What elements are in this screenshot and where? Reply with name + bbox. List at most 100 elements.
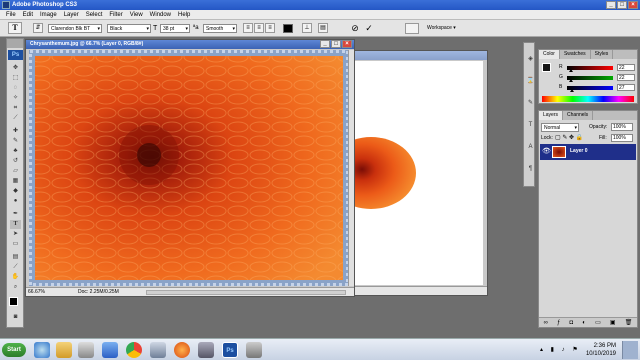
adjustment-layer-icon[interactable]: ◐: [582, 320, 586, 326]
zoom-tool-icon[interactable]: ⌕: [10, 283, 21, 292]
toolbox-grip[interactable]: [7, 39, 23, 48]
eyedropper-tool-icon[interactable]: ⟋: [10, 263, 21, 272]
channel-slider-knob[interactable]: [568, 69, 573, 72]
clock[interactable]: 2:36 PM 10/10/2019: [586, 342, 616, 358]
channel-slider[interactable]: [567, 76, 613, 80]
app-taskbar-icon[interactable]: [102, 342, 118, 358]
photoshop-taskbar-icon[interactable]: Ps: [222, 342, 238, 358]
menu-filter[interactable]: Filter: [109, 12, 122, 18]
doc-info[interactable]: Doc: 2.25M/0.25M: [78, 288, 119, 297]
window2-taskbar-icon[interactable]: [246, 342, 262, 358]
crop-tool-icon[interactable]: ⌗: [10, 104, 21, 113]
cancel-edit-icon[interactable]: ⊘: [350, 23, 360, 33]
tool-presets-dock-icon[interactable]: T: [525, 121, 536, 130]
doc-minimize-button[interactable]: _: [320, 40, 330, 48]
delete-layer-icon[interactable]: 🗑: [625, 319, 633, 326]
type-tool-icon[interactable]: T: [10, 220, 21, 229]
fg-color-chip[interactable]: [542, 63, 551, 72]
workspace-menu[interactable]: Workspace ▾: [427, 25, 456, 31]
tab-swatches[interactable]: Swatches: [560, 50, 591, 59]
game-taskbar-icon[interactable]: [198, 342, 214, 358]
minimize-button[interactable]: _: [606, 1, 616, 9]
tab-styles[interactable]: Styles: [591, 50, 614, 59]
layer-style-icon[interactable]: ƒ: [557, 320, 560, 326]
history-brush-tool-icon[interactable]: ↺: [10, 157, 21, 166]
move-tool-icon[interactable]: ✥: [10, 64, 21, 73]
clone-stamp-tool-icon[interactable]: ♣: [10, 147, 21, 156]
notes-tool-icon[interactable]: ▤: [10, 253, 21, 262]
channel-value-input[interactable]: 27: [617, 84, 635, 91]
new-group-icon[interactable]: ▭: [595, 319, 601, 326]
doc-maximize-button[interactable]: □: [331, 40, 341, 48]
align-center-icon[interactable]: ≡: [254, 23, 264, 33]
back-document-canvas[interactable]: [343, 61, 483, 285]
magic-wand-tool-icon[interactable]: ✧: [10, 94, 21, 103]
blur-tool-icon[interactable]: ◆: [10, 187, 21, 196]
text-orientation-icon[interactable]: ⇵: [33, 23, 43, 33]
history-dock-icon[interactable]: ⌛: [525, 77, 536, 86]
lasso-tool-icon[interactable]: ◌: [10, 84, 21, 93]
warp-text-icon[interactable]: ⊥: [302, 23, 312, 33]
type-tool-preset-icon[interactable]: T: [8, 22, 22, 34]
quick-mask-icon[interactable]: ◙: [10, 313, 21, 322]
doc-close-button[interactable]: ×: [342, 40, 352, 48]
link-layers-icon[interactable]: ∞: [544, 320, 548, 326]
tab-layers[interactable]: Layers: [539, 111, 564, 120]
chrome-taskbar-icon[interactable]: [126, 342, 142, 358]
font-style-select[interactable]: Black: [107, 24, 151, 33]
marquee-tool-icon[interactable]: ⬚: [10, 74, 21, 83]
menu-layer[interactable]: Layer: [64, 12, 79, 18]
menu-edit[interactable]: Edit: [23, 12, 33, 18]
gradient-tool-icon[interactable]: ▦: [10, 177, 21, 186]
paragraph-dock-icon[interactable]: ¶: [525, 165, 536, 174]
opacity-input[interactable]: 100%: [611, 123, 633, 131]
menu-help[interactable]: Help: [178, 12, 190, 18]
fill-input[interactable]: 100%: [611, 134, 633, 142]
ie-taskbar-icon[interactable]: [34, 342, 50, 358]
channel-slider[interactable]: [567, 66, 613, 70]
foreground-color-swatch[interactable]: [9, 297, 18, 306]
align-left-icon[interactable]: ≡: [243, 23, 253, 33]
menu-file[interactable]: File: [6, 12, 16, 18]
palettes-toggle-icon[interactable]: ▤: [318, 23, 328, 33]
pen-tool-icon[interactable]: ✒: [10, 210, 21, 219]
font-family-select[interactable]: Clarendon Blk BT: [48, 24, 102, 33]
system-tray-icons[interactable]: ▴ ▮ ♪ ⚑: [540, 346, 581, 353]
vertical-scrollbar[interactable]: [348, 50, 354, 286]
align-right-icon[interactable]: ≡: [265, 23, 275, 33]
maximize-button[interactable]: □: [617, 1, 627, 9]
channel-value-input[interactable]: 22: [617, 64, 635, 71]
menu-select[interactable]: Select: [86, 12, 103, 18]
document-canvas[interactable]: [29, 50, 349, 286]
layer-name[interactable]: Layer 0: [570, 148, 588, 154]
eraser-tool-icon[interactable]: ▱: [10, 167, 21, 176]
brush-tool-icon[interactable]: ✎: [10, 137, 21, 146]
menu-window[interactable]: Window: [150, 12, 171, 18]
bridge-icon[interactable]: [405, 23, 419, 34]
photoshop-logo-icon[interactable]: Ps: [8, 50, 23, 60]
antialias-select[interactable]: Smooth: [203, 24, 237, 33]
layer-visibility-eye-icon[interactable]: 👁: [542, 147, 551, 155]
tab-color[interactable]: Color: [539, 50, 560, 59]
close-button[interactable]: ×: [628, 1, 638, 9]
document-window[interactable]: Chrysanthemum.jpg @ 66.7% (Layer 0, RGB/…: [25, 39, 355, 297]
blend-mode-select[interactable]: Normal: [541, 123, 579, 132]
new-layer-icon[interactable]: ▣: [610, 319, 616, 326]
back-document-title-bar[interactable]: [341, 51, 487, 60]
path-selection-tool-icon[interactable]: ➤: [10, 230, 21, 239]
document-title-bar[interactable]: Chrysanthemum.jpg @ 66.7% (Layer 0, RGB/…: [26, 40, 354, 49]
channel-value-input[interactable]: 22: [617, 74, 635, 81]
slice-tool-icon[interactable]: ⟋: [10, 114, 21, 123]
start-button[interactable]: Start: [2, 343, 26, 357]
brushes-dock-icon[interactable]: ✎: [525, 99, 536, 108]
commit-edit-icon[interactable]: ✓: [364, 23, 374, 33]
navigator-dock-icon[interactable]: ◈: [525, 55, 536, 64]
window-taskbar-icon[interactable]: [150, 342, 166, 358]
hand-tool-icon[interactable]: ✋: [10, 273, 21, 282]
channel-slider-knob[interactable]: [569, 89, 574, 92]
explorer-taskbar-icon[interactable]: [56, 342, 72, 358]
layer-mask-icon[interactable]: ◘: [570, 320, 574, 326]
healing-brush-tool-icon[interactable]: ✚: [10, 127, 21, 136]
text-color-swatch[interactable]: [283, 24, 293, 33]
firefox-taskbar-icon[interactable]: [174, 342, 190, 358]
